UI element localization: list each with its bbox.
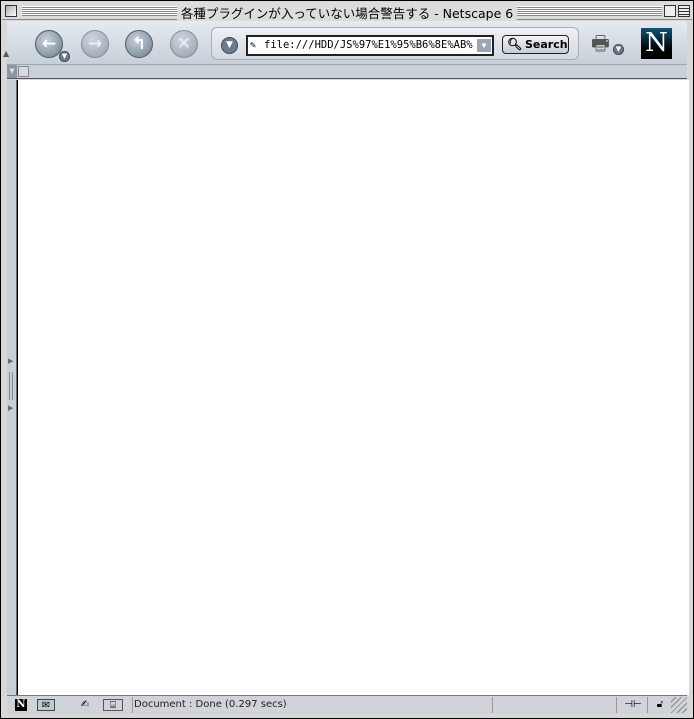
url-history-dropdown[interactable]: ▼ <box>477 39 491 52</box>
status-separator <box>492 697 493 713</box>
url-text: file:///HDD/JS%97%E1%95%B6%8E%AB% <box>264 39 473 51</box>
security-lock-icon[interactable]: 🔓︎ <box>652 699 668 711</box>
back-icon: ← <box>41 34 57 54</box>
navigation-toolbar: ← ▼ → ↰ ✕ ▼ ✎ file:///HDD/JS%97%E1%95%B6… <box>3 21 687 65</box>
url-dropdown-button[interactable]: ▼ <box>221 37 238 54</box>
search-label: Search <box>525 38 568 51</box>
collapse-box[interactable] <box>678 5 690 17</box>
status-separator <box>616 697 617 713</box>
sidebar-grip[interactable] <box>9 372 13 400</box>
print-dropdown[interactable]: ▼ <box>613 44 624 55</box>
sidebar-open-arrow-2[interactable]: ▶ <box>8 404 13 412</box>
composer-icon[interactable]: ✍ <box>75 699 95 711</box>
toolbar-grippy[interactable] <box>18 66 29 77</box>
sidebar-open-arrow[interactable]: ▶ <box>8 357 13 365</box>
title-bar[interactable]: 各種プラグインが入っていない場合警告する - Netscape 6 <box>2 2 692 22</box>
status-bar: N ✉ ✍ ⌸ Document : Done (0.297 secs) ⊣⊢ … <box>7 695 687 714</box>
netscape-n-icon[interactable]: N <box>15 699 27 711</box>
reload-icon: ↰ <box>131 34 147 54</box>
stop-icon: ✕ <box>176 34 192 54</box>
status-separator <box>647 697 648 713</box>
stop-button[interactable]: ✕ <box>170 30 198 58</box>
mail-icon[interactable]: ✉ <box>37 699 55 711</box>
bookmark-tag-icon: ✎ <box>250 40 257 51</box>
magnifier-icon: 🔍︎ <box>507 37 523 51</box>
personal-toolbar-collapsed: ▼ <box>7 65 687 79</box>
address-book-icon[interactable]: ⌸ <box>103 699 123 711</box>
online-connection-icon[interactable]: ⊣⊢ <box>621 699 645 711</box>
page-content[interactable] <box>17 80 689 695</box>
back-history-dropdown[interactable]: ▼ <box>59 51 70 62</box>
window-title: 各種プラグインが入っていない場合警告する - Netscape 6 <box>176 6 518 21</box>
browser-window: 各種プラグインが入っていない場合警告する - Netscape 6 ← ▼ → … <box>0 0 694 719</box>
zoom-box[interactable] <box>664 5 676 17</box>
sidebar-strip[interactable]: ▶ ▶ <box>7 80 17 695</box>
search-button[interactable]: 🔍︎ Search <box>502 35 569 54</box>
resize-grip[interactable] <box>671 697 687 713</box>
forward-button[interactable]: → <box>81 30 109 58</box>
reload-button[interactable]: ↰ <box>125 30 153 58</box>
status-text: Document : Done (0.297 secs) <box>134 699 287 710</box>
expand-toolbar-arrow[interactable]: ▼ <box>7 65 17 78</box>
collapse-toolbar-arrow[interactable]: ▲ <box>3 49 9 58</box>
netscape-logo[interactable]: N <box>641 28 672 59</box>
forward-icon: → <box>87 34 103 54</box>
logo-letter: N <box>645 28 668 58</box>
status-separator <box>132 697 133 713</box>
window-title-wrap: 各種プラグインが入っていない場合警告する - Netscape 6 <box>2 3 692 22</box>
url-input[interactable]: ✎ file:///HDD/JS%97%E1%95%B6%8E%AB% ▼ <box>246 35 494 56</box>
